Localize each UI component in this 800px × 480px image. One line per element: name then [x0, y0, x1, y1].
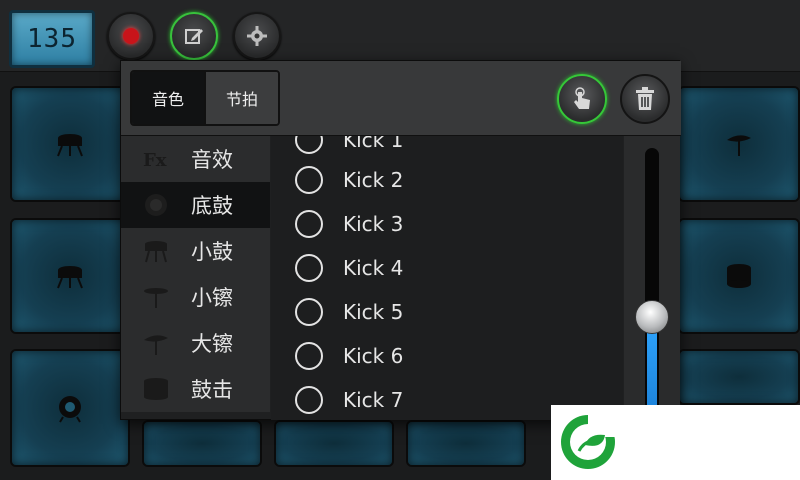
trash-icon	[636, 87, 654, 110]
preview-button[interactable]	[557, 74, 607, 124]
sound-label: Kick 2	[343, 168, 404, 192]
crash-cymbal-icon	[121, 330, 191, 356]
mode-tabs: 音色 节拍	[130, 70, 280, 126]
leaf-g-logo	[561, 415, 615, 469]
drum-pad[interactable]	[10, 86, 130, 202]
sound-item-kick-4[interactable]: Kick 4	[295, 246, 403, 290]
volume-slider-handle[interactable]	[635, 300, 669, 334]
fx-icon: Fx	[121, 146, 191, 172]
category-item-snare[interactable]: 小鼓	[121, 228, 270, 274]
hihat-icon	[121, 284, 191, 310]
record-icon	[123, 28, 139, 44]
snare-drum-icon	[57, 134, 83, 157]
radio-button[interactable]	[295, 342, 323, 370]
sound-item-kick-3[interactable]: Kick 3	[295, 202, 403, 246]
svg-text:Fx: Fx	[143, 150, 167, 171]
category-item-fx[interactable]: Fx 音效	[121, 136, 270, 182]
drum-hit-icon	[121, 376, 191, 402]
bass-drum-icon	[59, 396, 81, 423]
drum-pad[interactable]	[406, 420, 526, 467]
edit-icon	[185, 29, 203, 44]
sound-item-kick-7[interactable]: Kick 7	[295, 378, 403, 420]
drum-pad[interactable]	[678, 218, 800, 334]
delete-button[interactable]	[620, 74, 670, 124]
drum-pad[interactable]	[10, 218, 130, 334]
cymbal-icon	[727, 135, 751, 156]
sound-label: Kick 5	[343, 300, 404, 324]
radio-button[interactable]	[295, 136, 323, 154]
logo-badge	[551, 405, 800, 480]
drum-pad[interactable]	[678, 86, 800, 202]
category-item-hihat[interactable]: 小镲	[121, 274, 270, 320]
drum-pad[interactable]	[142, 420, 262, 467]
drum-pad[interactable]	[678, 349, 800, 405]
sound-item-kick-2[interactable]: Kick 2	[295, 158, 403, 202]
category-list: Fx 音效 底鼓 小鼓 小镲 大镲 鼓击	[121, 136, 270, 420]
touch-icon	[574, 87, 590, 109]
volume-panel	[624, 136, 680, 420]
kick-drum-icon	[121, 192, 191, 218]
sound-label: Kick 1	[343, 136, 404, 152]
category-item-crash[interactable]: 大镲	[121, 320, 270, 366]
category-label: 小镲	[191, 286, 233, 310]
sound-label: Kick 7	[343, 388, 404, 412]
category-label: 音效	[191, 148, 233, 172]
sound-label: Kick 3	[343, 212, 404, 236]
tab-beat[interactable]: 节拍	[204, 72, 278, 124]
snare-drum-icon	[57, 266, 83, 289]
category-label: 底鼓	[191, 194, 233, 218]
category-item-kick[interactable]: 底鼓	[121, 182, 270, 228]
edit-button[interactable]	[170, 12, 218, 60]
category-label: 大镲	[191, 332, 233, 356]
record-button[interactable]	[107, 12, 155, 60]
radio-button[interactable]	[295, 210, 323, 238]
tab-tone[interactable]: 音色	[132, 72, 204, 124]
popup-header: 音色 节拍	[121, 61, 681, 136]
snare-drum-icon	[121, 238, 191, 264]
radio-button[interactable]	[295, 254, 323, 282]
drum-pad[interactable]	[274, 420, 394, 467]
category-label: 小鼓	[191, 240, 233, 264]
category-item-drum-hit[interactable]: 鼓击	[121, 366, 270, 412]
bpm-display[interactable]: 135	[9, 10, 95, 68]
sound-list[interactable]: Kick 1 Kick 2 Kick 3 Kick 4 Kick 5 Kick …	[271, 136, 623, 420]
sound-picker-popup: 音色 节拍 Fx 音效 底鼓 小鼓 小镲 大镲 鼓击 Kick 1 Kick 2…	[120, 60, 681, 420]
radio-button[interactable]	[295, 386, 323, 414]
category-label: 鼓击	[191, 378, 233, 402]
drum-pad[interactable]	[10, 349, 130, 467]
radio-button[interactable]	[295, 298, 323, 326]
settings-button[interactable]	[233, 12, 281, 60]
sound-label: Kick 6	[343, 344, 404, 368]
radio-button[interactable]	[295, 166, 323, 194]
sound-item-kick-5[interactable]: Kick 5	[295, 290, 403, 334]
sound-item-kick-6[interactable]: Kick 6	[295, 334, 403, 378]
tom-drum-icon	[727, 264, 751, 288]
sound-label: Kick 4	[343, 256, 404, 280]
gear-icon	[247, 26, 267, 46]
